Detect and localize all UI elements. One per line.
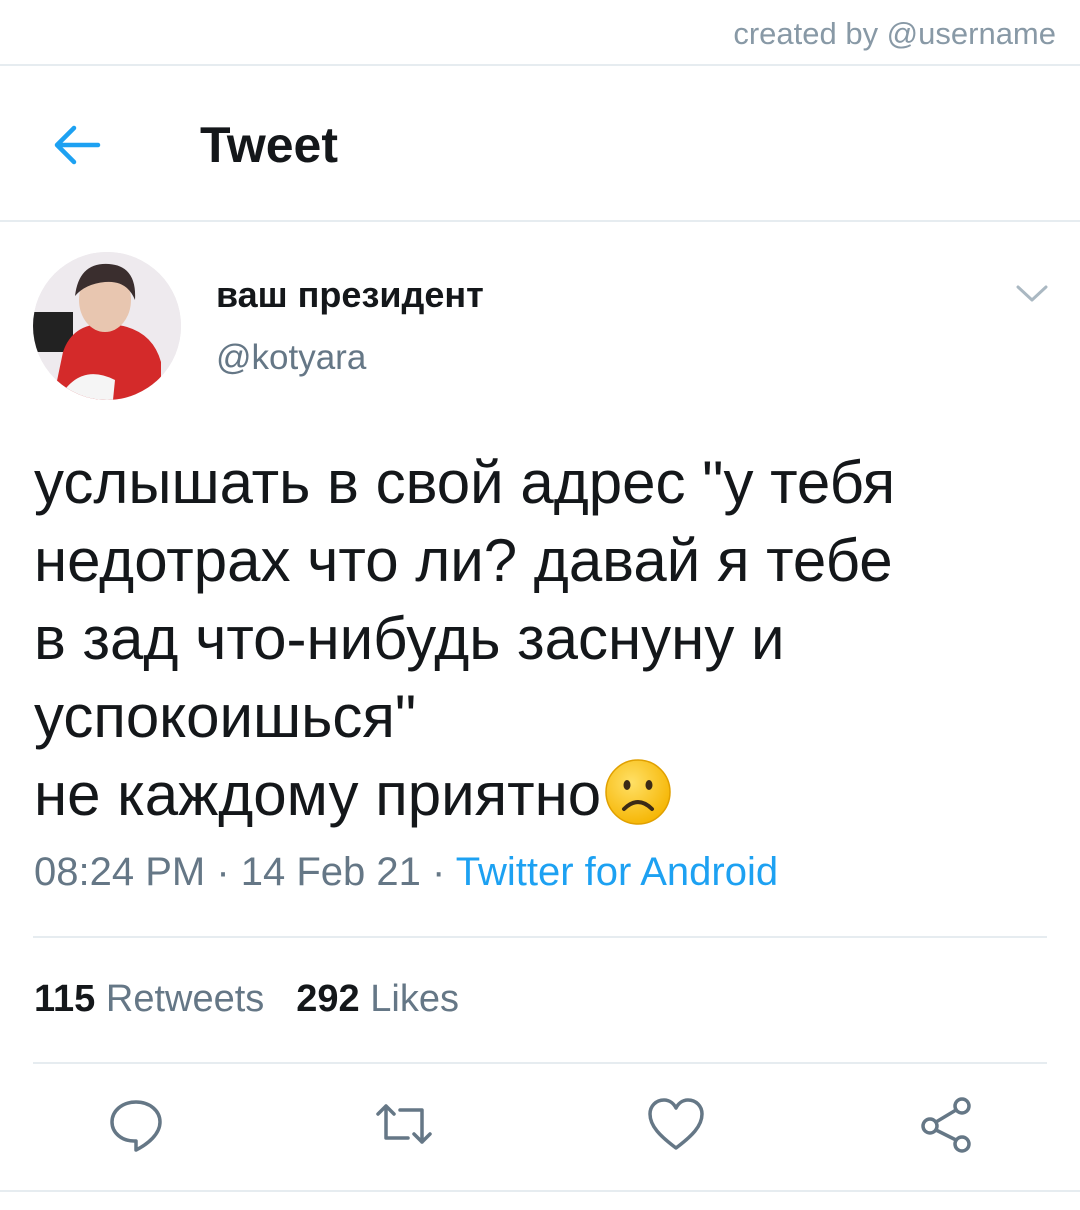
tweet-text-line-last: не каждому приятно	[34, 756, 1044, 834]
likes-stat[interactable]: 292 Likes	[296, 978, 459, 1020]
avatar[interactable]	[33, 252, 181, 400]
tweet-source-link[interactable]: Twitter for Android	[456, 850, 778, 894]
divider	[33, 1062, 1047, 1064]
page-title: Tweet	[200, 117, 338, 173]
retweets-count: 115	[34, 978, 96, 1020]
share-icon[interactable]	[916, 1094, 976, 1154]
divider	[0, 1190, 1080, 1192]
chevron-down-icon[interactable]	[1012, 278, 1052, 308]
tweet-text-line: в зад что-нибудь заснуну и	[34, 605, 785, 672]
credit-text: created by @username	[733, 16, 1056, 51]
author-handle[interactable]: @kotyara	[216, 338, 366, 378]
likes-count: 292	[296, 978, 360, 1020]
tweet-text-fragment: не каждому приятно	[34, 761, 602, 828]
retweets-label: Retweets	[105, 978, 265, 1020]
reply-icon[interactable]	[106, 1094, 166, 1154]
credit-bar: created by @username	[0, 0, 1080, 66]
tweet-date: 14 Feb 21	[240, 850, 421, 894]
separator: ·	[420, 850, 456, 894]
author-name[interactable]: ваш президент	[216, 274, 484, 316]
tweet-text: услышать в свой адрес "у тебя недотрах ч…	[34, 444, 1044, 834]
tweet-text-line: услышать в свой адрес "у тебя	[34, 449, 896, 516]
header: Tweet	[0, 66, 1080, 222]
retweets-stat[interactable]: 115 Retweets	[34, 978, 264, 1020]
separator: ·	[205, 850, 241, 894]
like-icon[interactable]	[646, 1094, 706, 1154]
tweet-stats: 115 Retweets 292 Likes	[34, 978, 459, 1021]
likes-label: Likes	[370, 978, 459, 1020]
divider	[33, 936, 1047, 938]
tweet-text-line: недотрах что ли? давай я тебе	[34, 527, 893, 594]
tweet-time: 08:24 PM	[34, 850, 206, 894]
arrow-left-icon[interactable]	[50, 118, 104, 172]
tweet-meta: 08:24 PM · 14 Feb 21 · Twitter for Andro…	[34, 850, 778, 895]
tweet-text-line: успокоишься"	[34, 683, 417, 750]
retweet-icon[interactable]	[374, 1094, 434, 1154]
frowning-face-icon	[605, 759, 671, 825]
